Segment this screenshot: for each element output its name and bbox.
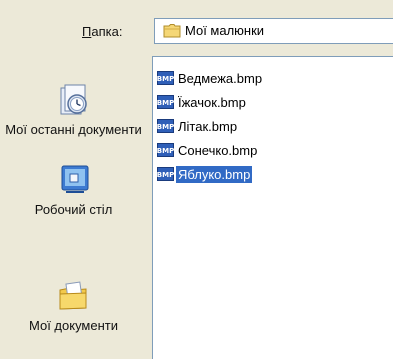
bmp-file-icon: BMP	[157, 167, 174, 181]
file-item[interactable]: BMP Їжачок.bmp	[157, 93, 248, 111]
bmp-file-icon: BMP	[157, 95, 174, 109]
file-list[interactable]: BMP Ведмежа.bmp BMP Їжачок.bmp BMP Літак…	[152, 56, 393, 359]
bmp-file-icon: BMP	[157, 119, 174, 133]
my-documents-icon	[59, 281, 86, 310]
look-in-label: Папка:	[82, 24, 123, 39]
place-label: Мої останні документи	[5, 122, 142, 137]
place-my-documents[interactable]: Мої документи	[0, 278, 147, 334]
place-label: Робочий стіл	[34, 202, 113, 217]
places-bar: Мої останні документи Робочий стіл Мої д…	[0, 50, 147, 359]
place-desktop[interactable]: Робочий стіл	[0, 162, 147, 218]
place-recent-documents[interactable]: Мої останні документи	[0, 82, 147, 138]
svg-text:BMP: BMP	[157, 171, 174, 179]
svg-text:BMP: BMP	[157, 75, 174, 83]
look-in-row: Папка: Мої малюнки	[0, 16, 393, 44]
bmp-file-icon: BMP	[157, 143, 174, 157]
svg-text:BMP: BMP	[157, 147, 174, 155]
svg-text:BMP: BMP	[157, 123, 174, 131]
place-label: Мої документи	[29, 318, 118, 333]
file-item-selected[interactable]: BMP Яблуко.bmp	[157, 165, 253, 183]
file-item[interactable]: BMP Ведмежа.bmp	[157, 69, 264, 87]
file-item[interactable]: BMP Сонечко.bmp	[157, 141, 259, 159]
folder-icon	[163, 24, 181, 38]
look-in-combobox[interactable]: Мої малюнки	[154, 18, 393, 44]
desktop-icon	[61, 165, 88, 193]
bmp-file-icon: BMP	[157, 71, 174, 85]
open-file-dialog: Папка: Мої малюнки Мої останні документи	[0, 0, 393, 359]
look-in-value: Мої малюнки	[185, 23, 265, 38]
file-item[interactable]: BMP Літак.bmp	[157, 117, 239, 135]
recent-documents-icon	[60, 84, 87, 115]
svg-text:BMP: BMP	[157, 99, 174, 107]
